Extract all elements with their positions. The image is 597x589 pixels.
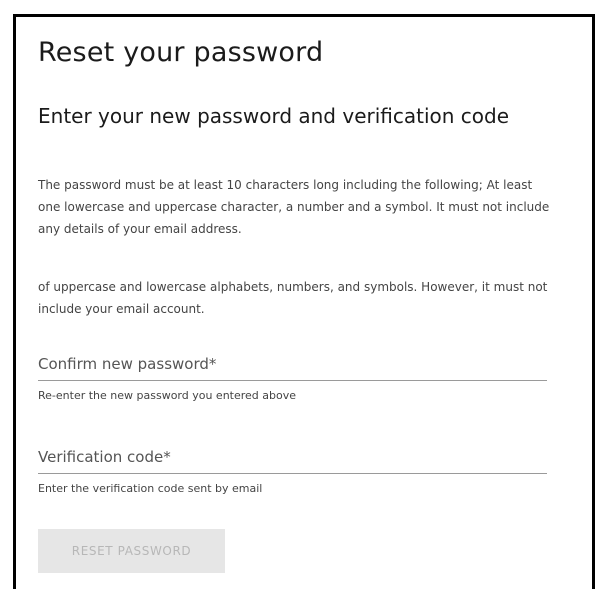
confirm-password-input[interactable] — [38, 347, 547, 381]
verification-code-input[interactable] — [38, 440, 547, 474]
verification-code-helper-text: Enter the verification code sent by emai… — [38, 482, 263, 495]
verification-code-field-group: Enter the verification code sent by emai… — [38, 440, 547, 495]
confirm-password-field-group: Re-enter the new password you entered ab… — [38, 347, 547, 402]
password-requirements-extra-text: of uppercase and lowercase alphabets, nu… — [38, 280, 548, 316]
reset-password-button[interactable]: RESET PASSWORD — [38, 529, 225, 573]
page-title: Reset your password — [38, 37, 324, 68]
page-subtitle: Enter your new password and verification… — [38, 104, 510, 128]
reset-password-panel: Reset your password Enter your new passw… — [13, 14, 595, 589]
password-requirements-text: The password must be at least 10 charact… — [38, 178, 550, 236]
confirm-password-helper-text: Re-enter the new password you entered ab… — [38, 389, 297, 402]
